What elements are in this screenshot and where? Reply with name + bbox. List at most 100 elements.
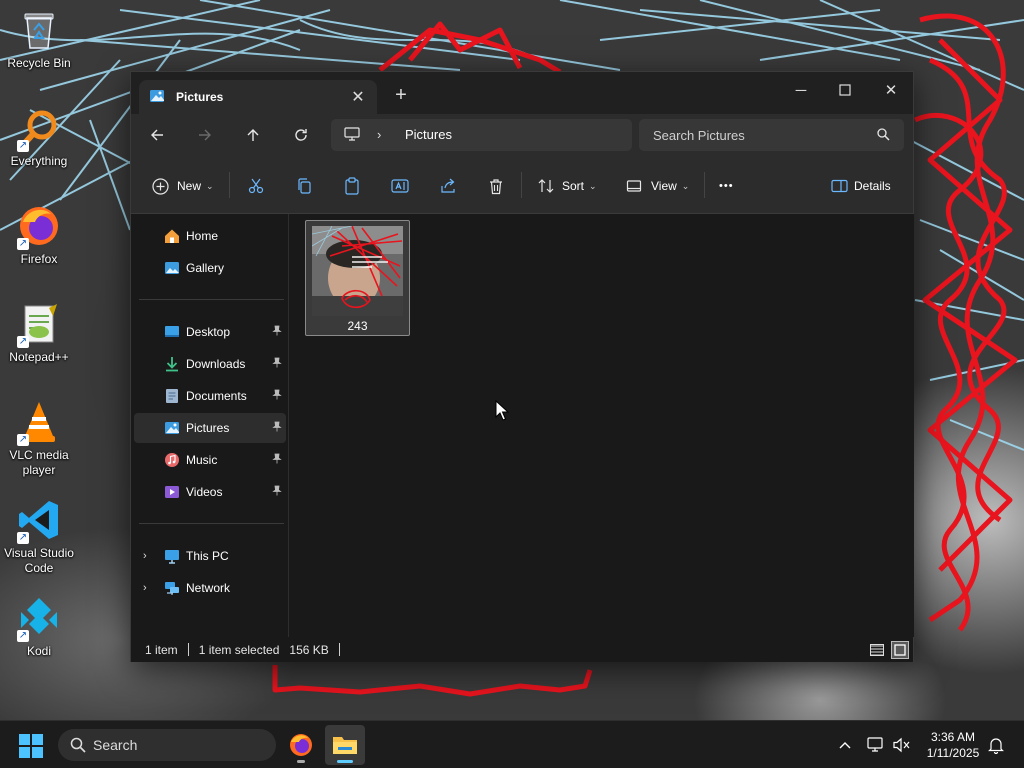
details-view-button[interactable] bbox=[868, 641, 886, 659]
large-icons-view-button[interactable] bbox=[891, 641, 909, 659]
sidebar-divider bbox=[139, 299, 284, 300]
rename-button[interactable] bbox=[390, 174, 410, 198]
tab-title: Pictures bbox=[176, 90, 224, 104]
view-icon bbox=[624, 176, 644, 196]
divider bbox=[704, 172, 705, 198]
selection-count: 1 item selected bbox=[198, 642, 280, 657]
taskbar-search-box[interactable]: Search bbox=[58, 729, 276, 761]
delete-button[interactable] bbox=[486, 174, 506, 198]
view-button[interactable]: View ⌄ bbox=[624, 174, 689, 198]
new-tab-button[interactable]: + bbox=[391, 84, 411, 107]
desktop-icon-label: Notepad++ bbox=[9, 350, 69, 364]
paste-button[interactable] bbox=[342, 174, 362, 198]
view-label: View bbox=[651, 179, 677, 193]
sidebar-item-music[interactable]: Music bbox=[134, 445, 286, 475]
breadcrumb-pictures[interactable]: Pictures bbox=[405, 127, 452, 142]
desktop-icon-notepad-plus-plus[interactable]: ↗ Notepad++ bbox=[2, 300, 76, 365]
start-button[interactable] bbox=[18, 733, 44, 759]
file-thumbnail bbox=[312, 226, 403, 316]
desktop-icon-vlc[interactable]: ↗ VLC media player bbox=[2, 398, 76, 478]
clock[interactable]: 3:36 AM 1/11/2025 bbox=[916, 729, 990, 761]
pictures-icon bbox=[149, 88, 165, 107]
firefox-icon: ↗ bbox=[15, 202, 63, 250]
volume-button[interactable] bbox=[892, 735, 912, 755]
show-hidden-icons-button[interactable] bbox=[835, 735, 855, 755]
desktop-icon-label: Visual Studio Code bbox=[4, 546, 74, 575]
pin-icon[interactable] bbox=[272, 485, 282, 499]
sidebar-item-pictures[interactable]: Pictures bbox=[134, 413, 286, 443]
sidebar-item-gallery[interactable]: Gallery bbox=[134, 253, 286, 283]
desktop-icon-everything[interactable]: ↗ Everything bbox=[2, 104, 76, 169]
arrow-left-icon bbox=[151, 129, 163, 141]
more-options-button[interactable]: ••• bbox=[719, 174, 734, 198]
cut-button[interactable] bbox=[246, 174, 266, 198]
sidebar-item-desktop[interactable]: Desktop bbox=[134, 317, 286, 347]
taskbar-file-explorer[interactable] bbox=[325, 725, 365, 765]
sidebar-item-documents[interactable]: Documents bbox=[134, 381, 286, 411]
search-input[interactable] bbox=[653, 126, 863, 144]
pin-icon[interactable] bbox=[272, 421, 282, 435]
sort-button[interactable]: Sort ⌄ bbox=[536, 174, 597, 198]
documents-icon bbox=[163, 387, 181, 405]
monitor-icon bbox=[344, 127, 360, 144]
notepad-plus-plus-icon: ↗ bbox=[15, 300, 63, 348]
sidebar-item-network[interactable]: › Network bbox=[134, 573, 286, 603]
sidebar-item-label: Network bbox=[186, 581, 231, 595]
sidebar-item-this-pc[interactable]: › This PC bbox=[134, 541, 286, 571]
sidebar-divider bbox=[139, 523, 284, 524]
title-bar[interactable]: Pictures ✕ + ─ ✕ bbox=[131, 72, 913, 114]
desktop-icon-recycle-bin[interactable]: Recycle Bin bbox=[2, 6, 76, 71]
minimize-button[interactable]: ─ bbox=[786, 78, 816, 102]
pictures-icon bbox=[163, 419, 181, 437]
address-bar[interactable]: › Pictures bbox=[331, 119, 632, 151]
breadcrumb-chevron-icon: › bbox=[377, 127, 382, 142]
network-status-button[interactable] bbox=[866, 735, 886, 755]
new-label: New bbox=[177, 179, 202, 193]
clock-date: 1/11/2025 bbox=[926, 746, 980, 760]
share-button[interactable] bbox=[438, 174, 458, 198]
shortcut-arrow-icon: ↗ bbox=[17, 238, 29, 250]
plus-circle-icon bbox=[150, 176, 170, 196]
desktop-icon-label: Recycle Bin bbox=[7, 56, 71, 70]
search-box[interactable] bbox=[639, 119, 904, 151]
videos-icon bbox=[163, 483, 181, 501]
file-item[interactable]: 243 bbox=[305, 220, 410, 336]
navigation-pane: Home Gallery Desktop Downloads Documents… bbox=[131, 214, 289, 637]
file-list-pane[interactable]: 243 bbox=[290, 214, 914, 637]
notifications-button[interactable] bbox=[986, 735, 1006, 755]
forward-button[interactable] bbox=[192, 123, 218, 147]
sidebar-item-videos[interactable]: Videos bbox=[134, 477, 286, 507]
pin-icon[interactable] bbox=[272, 389, 282, 403]
desktop-icon-kodi[interactable]: ↗ Kodi bbox=[2, 594, 76, 659]
desktop-icon-firefox[interactable]: ↗ Firefox bbox=[2, 202, 76, 267]
desktop-icon-vscode[interactable]: ↗ Visual Studio Code bbox=[2, 496, 76, 576]
sidebar-item-label: Gallery bbox=[186, 261, 225, 275]
rename-icon bbox=[390, 176, 410, 196]
back-button[interactable] bbox=[144, 123, 170, 147]
clipboard-icon bbox=[342, 176, 362, 196]
up-button[interactable] bbox=[240, 123, 266, 147]
firefox-icon bbox=[290, 734, 312, 756]
details-pane-button[interactable]: Details bbox=[829, 174, 891, 198]
taskbar-firefox[interactable] bbox=[281, 725, 321, 765]
taskbar: Search 3:36 AM 1/11/2025 bbox=[0, 720, 1024, 768]
maximize-button[interactable] bbox=[830, 78, 860, 102]
sidebar-item-label: This PC bbox=[186, 549, 229, 563]
sidebar-item-downloads[interactable]: Downloads bbox=[134, 349, 286, 379]
copy-button[interactable] bbox=[294, 174, 314, 198]
kodi-icon: ↗ bbox=[15, 594, 63, 642]
pin-icon[interactable] bbox=[272, 357, 282, 371]
tab-close-icon[interactable]: ✕ bbox=[349, 87, 367, 107]
chevron-right-icon[interactable]: › bbox=[143, 582, 147, 594]
tab-pictures[interactable]: Pictures ✕ bbox=[139, 80, 377, 114]
new-button[interactable]: New ⌄ bbox=[150, 174, 214, 198]
sidebar-item-home[interactable]: Home bbox=[134, 221, 286, 251]
chevron-right-icon[interactable]: › bbox=[143, 550, 147, 562]
search-icon[interactable] bbox=[877, 128, 890, 144]
pin-icon[interactable] bbox=[272, 453, 282, 467]
divider bbox=[521, 172, 522, 198]
shortcut-arrow-icon: ↗ bbox=[17, 140, 29, 152]
refresh-button[interactable] bbox=[288, 123, 314, 147]
close-window-button[interactable]: ✕ bbox=[876, 78, 906, 102]
pin-icon[interactable] bbox=[272, 325, 282, 339]
